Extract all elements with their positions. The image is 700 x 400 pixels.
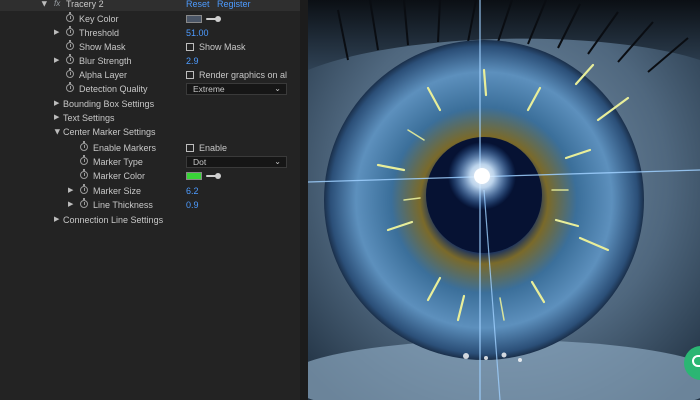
stopwatch-icon[interactable]	[66, 54, 74, 64]
show-mask-checkbox[interactable]	[186, 43, 194, 51]
eyedropper-icon[interactable]	[206, 172, 222, 180]
app-window: ▶ fx Tracery 2 Reset Register Key Color …	[0, 0, 700, 400]
checkbox-label: Show Mask	[199, 42, 246, 52]
stopwatch-icon[interactable]	[80, 198, 88, 208]
effect-name: Tracery 2	[66, 0, 104, 9]
property-label: Alpha Layer	[79, 70, 128, 80]
property-label: Detection Quality	[79, 84, 148, 94]
chevron-down-icon[interactable]: ▶	[50, 129, 64, 134]
chevron-right-icon[interactable]: ▶	[68, 184, 73, 198]
property-row-show-mask: Show Mask Show Mask	[0, 40, 300, 54]
eye-preview-image	[308, 0, 700, 400]
checkbox-label: Enable	[199, 143, 228, 153]
marker-size-value[interactable]: 6.2	[186, 184, 199, 198]
dropdown-value: Extreme	[193, 84, 225, 94]
group-label: Center Marker Settings	[63, 127, 156, 137]
effect-controls-panel: ▶ fx Tracery 2 Reset Register Key Color …	[0, 0, 300, 400]
group-row-connection-line[interactable]: ▶ Connection Line Settings	[0, 213, 300, 227]
marker-color-swatch[interactable]	[186, 172, 202, 180]
property-row-key-color: Key Color	[0, 12, 300, 26]
property-label: Show Mask	[79, 42, 126, 52]
effect-header-row[interactable]: ▶ fx Tracery 2 Reset Register	[0, 0, 300, 11]
chevron-right-icon[interactable]: ▶	[54, 97, 59, 111]
chevron-right-icon[interactable]: ▶	[54, 26, 59, 40]
register-link[interactable]: Register	[217, 0, 251, 11]
stopwatch-icon[interactable]	[66, 26, 74, 36]
property-row-marker-color: Marker Color	[0, 169, 300, 183]
dropdown-value: Dot	[193, 157, 207, 167]
stopwatch-icon[interactable]	[66, 68, 74, 78]
chevron-down-icon[interactable]: ▶	[37, 1, 51, 6]
property-label: Key Color	[79, 14, 119, 24]
stopwatch-icon[interactable]	[66, 82, 74, 92]
property-row-alpha-layer: Alpha Layer Render graphics on al	[0, 68, 300, 82]
group-label: Bounding Box Settings	[63, 99, 155, 109]
property-label: Enable Markers	[93, 143, 157, 153]
alpha-layer-checkbox[interactable]	[186, 71, 194, 79]
composition-preview[interactable]: eskTop	[308, 0, 700, 400]
stopwatch-icon[interactable]	[80, 155, 88, 165]
threshold-value[interactable]: 51.00	[186, 26, 209, 40]
property-row-line-thickness: ▶ Line Thickness 0.9	[0, 198, 300, 212]
eyedropper-icon[interactable]	[206, 15, 222, 23]
line-thickness-value[interactable]: 0.9	[186, 198, 199, 212]
marker-type-dropdown[interactable]: Dot ⌄	[186, 156, 287, 168]
chevron-right-icon[interactable]: ▶	[54, 54, 59, 68]
checkbox-label: Render graphics on al	[199, 70, 288, 80]
chevron-right-icon[interactable]: ▶	[54, 111, 59, 125]
property-row-enable-markers: Enable Markers Enable	[0, 141, 300, 155]
group-row-bounding-box[interactable]: ▶ Bounding Box Settings	[0, 97, 300, 111]
stopwatch-icon[interactable]	[66, 12, 74, 22]
chevron-down-icon: ⌄	[274, 157, 281, 166]
stopwatch-icon[interactable]	[80, 141, 88, 151]
group-label: Text Settings	[63, 113, 115, 123]
property-label: Marker Color	[93, 171, 146, 181]
group-row-text[interactable]: ▶ Text Settings	[0, 111, 300, 125]
stopwatch-icon[interactable]	[66, 40, 74, 50]
property-label: Blur Strength	[79, 56, 132, 66]
property-label: Threshold	[79, 28, 120, 38]
detection-quality-dropdown[interactable]: Extreme ⌄	[186, 83, 287, 95]
chevron-right-icon[interactable]: ▶	[54, 213, 59, 227]
property-row-blur-strength: ▶ Blur Strength 2.9	[0, 54, 300, 68]
blur-strength-value[interactable]: 2.9	[186, 54, 199, 68]
property-label: Marker Type	[93, 157, 143, 167]
stopwatch-icon[interactable]	[80, 184, 88, 194]
chevron-down-icon: ⌄	[274, 84, 281, 93]
fx-icon[interactable]: fx	[54, 0, 60, 11]
property-row-marker-size: ▶ Marker Size 6.2	[0, 184, 300, 198]
reset-link[interactable]: Reset	[186, 0, 210, 11]
property-label: Marker Size	[93, 186, 142, 196]
stopwatch-icon[interactable]	[80, 169, 88, 179]
property-row-marker-type: Marker Type Dot ⌄	[0, 155, 300, 169]
property-row-threshold: ▶ Threshold 51.00	[0, 26, 300, 40]
enable-markers-checkbox[interactable]	[186, 144, 194, 152]
key-color-swatch[interactable]	[186, 15, 202, 23]
property-row-detection-quality: Detection Quality Extreme ⌄	[0, 82, 300, 96]
property-label: Line Thickness	[93, 200, 153, 210]
group-label: Connection Line Settings	[63, 215, 164, 225]
group-row-center-marker[interactable]: ▶ Center Marker Settings	[0, 125, 300, 139]
chevron-right-icon[interactable]: ▶	[68, 198, 73, 212]
